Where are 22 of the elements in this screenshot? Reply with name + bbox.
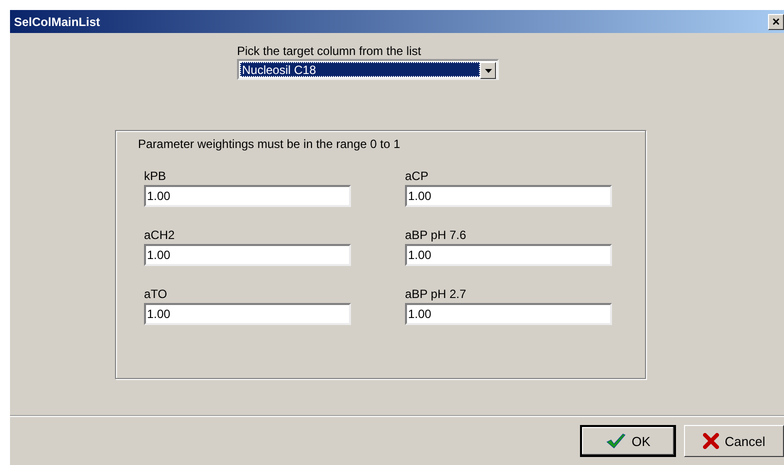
- picker-label: Pick the target column from the list: [237, 44, 422, 58]
- weightings-note: Parameter weightings must be in the range 0 to 1: [138, 137, 402, 151]
- field-label: aCP: [405, 169, 430, 183]
- weighting-input[interactable]: 1.00: [144, 303, 351, 325]
- field-label: aBP pH 7.6: [405, 228, 468, 242]
- weighting-input[interactable]: 1.00: [405, 303, 612, 325]
- cancel-button[interactable]: Cancel: [684, 425, 784, 457]
- dropdown-arrow-icon: [484, 68, 492, 72]
- close-button[interactable]: ×: [768, 14, 784, 30]
- window-title: SelColMainList: [14, 14, 100, 28]
- column-dropdown[interactable]: Nucleosil C18: [237, 59, 499, 80]
- weighting-input[interactable]: 1.00: [144, 244, 351, 266]
- check-icon: [606, 433, 626, 449]
- field-label: aCH2: [144, 228, 176, 242]
- ok-button[interactable]: OK: [580, 425, 676, 457]
- weighting-input[interactable]: 1.00: [405, 185, 612, 207]
- weighting-input[interactable]: 1.00: [144, 185, 351, 207]
- field-label: aBP pH 2.7: [405, 287, 468, 301]
- field-label: kPB: [144, 169, 168, 183]
- field-label: aTO: [144, 287, 168, 301]
- weighting-input[interactable]: 1.00: [405, 244, 612, 266]
- cross-icon: [702, 433, 719, 449]
